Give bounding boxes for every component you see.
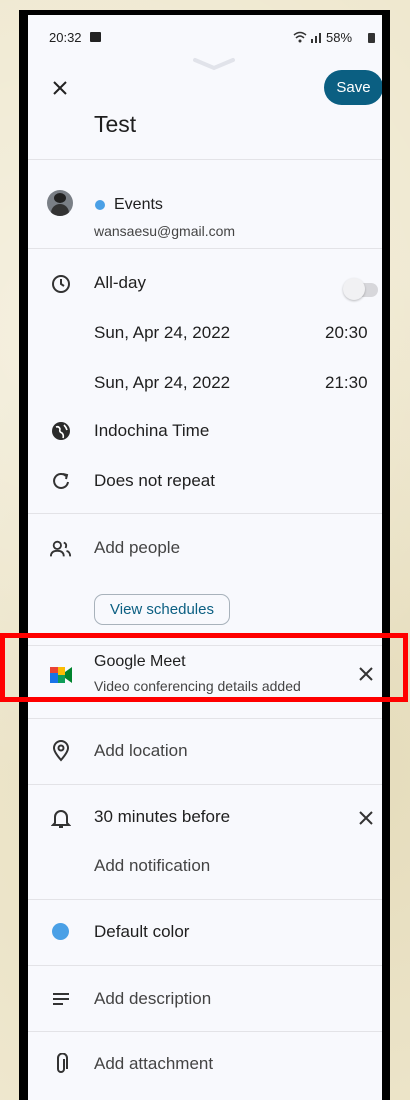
close-icon[interactable] <box>49 77 71 99</box>
save-button[interactable]: Save <box>324 70 382 105</box>
notification-icon <box>90 32 101 42</box>
divider <box>28 248 382 249</box>
divider <box>28 645 382 646</box>
calendar-color-dot <box>95 200 105 210</box>
paperclip-icon <box>50 1053 72 1075</box>
avatar <box>47 190 73 216</box>
divider <box>28 784 382 785</box>
account-email: wansaesu@gmail.com <box>94 223 236 239</box>
wifi-signal-icon <box>292 30 324 49</box>
calendar-name[interactable]: Events <box>114 196 163 214</box>
color-swatch <box>52 923 69 940</box>
battery-percent: 58% <box>326 30 353 45</box>
chevron-down-icon[interactable] <box>193 57 235 76</box>
bell-icon <box>50 807 72 829</box>
add-description-input[interactable]: Add description <box>94 989 211 1009</box>
google-meet-icon <box>49 665 73 690</box>
divider <box>28 159 382 160</box>
all-day-label: All-day <box>94 273 146 292</box>
view-schedules-button[interactable]: View schedules <box>94 594 230 625</box>
people-icon <box>50 538 72 560</box>
remove-reminder-icon[interactable] <box>355 807 377 829</box>
all-day-toggle-thumb[interactable] <box>343 278 365 300</box>
battery-icon <box>368 33 375 43</box>
divider <box>28 1031 382 1032</box>
repeat-icon <box>50 470 72 492</box>
reminder-value[interactable]: 30 minutes before <box>94 807 230 827</box>
add-people-input[interactable]: Add people <box>94 538 180 558</box>
description-icon <box>50 988 72 1010</box>
divider <box>28 965 382 966</box>
add-notification-link[interactable]: Add notification <box>94 856 210 876</box>
add-location-input[interactable]: Add location <box>94 741 188 761</box>
color-option[interactable]: Default color <box>94 922 189 942</box>
repeat-option[interactable]: Does not repeat <box>94 471 215 491</box>
divider <box>28 513 382 514</box>
globe-icon <box>50 420 72 442</box>
add-attachment-link[interactable]: Add attachment <box>94 1054 213 1074</box>
end-date[interactable]: Sun, Apr 24, 2022 <box>94 373 230 393</box>
timezone[interactable]: Indochina Time <box>94 421 209 441</box>
event-editor-screen: 20:32 58% Save Test Events wansaesu@gmai… <box>28 15 382 1100</box>
remove-meet-icon[interactable] <box>355 663 377 685</box>
start-date[interactable]: Sun, Apr 24, 2022 <box>94 323 230 343</box>
location-pin-icon <box>50 740 72 762</box>
status-time: 20:32 <box>49 30 82 45</box>
divider <box>28 718 382 719</box>
meet-subtitle: Video conferencing details added <box>94 678 301 694</box>
start-time[interactable]: 20:30 <box>325 323 368 343</box>
end-time[interactable]: 21:30 <box>325 373 368 393</box>
meet-title: Google Meet <box>94 653 186 670</box>
divider <box>28 899 382 900</box>
event-title-input[interactable]: Test <box>94 111 136 138</box>
clock-icon <box>50 273 72 295</box>
